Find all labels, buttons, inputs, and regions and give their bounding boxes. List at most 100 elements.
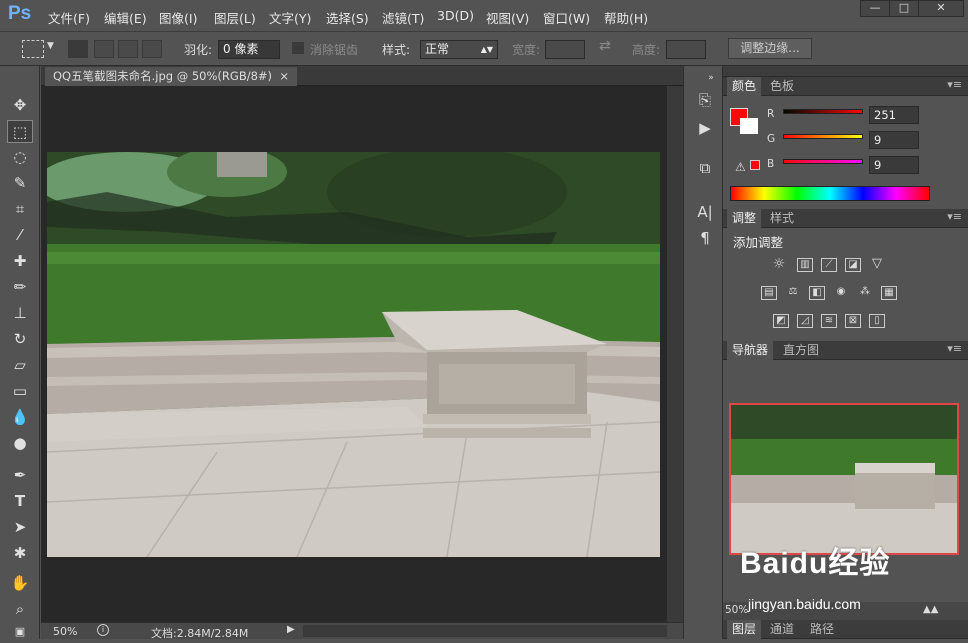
tab-close-icon[interactable]: × xyxy=(279,69,289,83)
levels-icon[interactable]: ▥ xyxy=(797,258,813,272)
menu-image[interactable]: 图像(I) xyxy=(159,8,197,27)
menu-layer[interactable]: 图层(L) xyxy=(214,8,256,27)
curves-icon[interactable]: ⟋ xyxy=(821,258,837,272)
g-slider[interactable] xyxy=(783,134,863,139)
minimize-button[interactable]: — xyxy=(860,0,890,17)
menu-type[interactable]: 文字(Y) xyxy=(269,8,311,27)
vibrance-icon[interactable]: ▽ xyxy=(869,257,885,272)
style-select[interactable]: 正常 ▲▼ xyxy=(420,40,498,59)
selective-color-icon[interactable]: ⊠ xyxy=(845,314,861,328)
tab-swatches[interactable]: 色板 xyxy=(765,77,799,96)
pen-tool-icon[interactable]: ✒ xyxy=(7,464,33,487)
character-icon[interactable]: A| xyxy=(694,202,716,222)
panel-menu-icon[interactable]: ▾≡ xyxy=(947,78,962,91)
color-balance-icon[interactable]: ⚖ xyxy=(785,286,801,300)
quick-select-icon[interactable]: ✎ xyxy=(7,172,33,195)
document-tab[interactable]: QQ五笔截图未命名.jpg @ 50%(RGB/8#) × xyxy=(45,67,297,86)
shape-tool-icon[interactable]: ✱ xyxy=(7,542,33,565)
canvas-photo[interactable] xyxy=(47,152,660,557)
exposure-icon[interactable]: ◪ xyxy=(845,258,861,272)
photo-filter-icon[interactable]: ◉ xyxy=(833,286,849,300)
lasso-tool-icon[interactable]: ◌ xyxy=(7,146,33,169)
gradient-map-icon[interactable]: ▯ xyxy=(869,314,885,328)
panel-menu-icon[interactable]: ▾≡ xyxy=(947,342,962,355)
color-lookup-icon[interactable]: ▦ xyxy=(881,286,897,300)
zoom-level[interactable]: 50% xyxy=(53,625,77,638)
height-input[interactable] xyxy=(666,40,706,59)
r-value[interactable]: 251 xyxy=(869,106,919,124)
blur-tool-icon[interactable]: 💧 xyxy=(7,406,33,429)
tab-histogram[interactable]: 直方图 xyxy=(778,341,824,360)
horizontal-scrollbar[interactable] xyxy=(303,625,667,637)
tab-color[interactable]: 颜色 xyxy=(727,77,762,96)
tab-styles[interactable]: 样式 xyxy=(765,209,799,228)
menu-file[interactable]: 文件(F) xyxy=(48,8,90,27)
tab-adjustments[interactable]: 调整 xyxy=(727,209,762,228)
color-swatch-icon[interactable]: ▣ xyxy=(7,620,33,643)
menu-3d[interactable]: 3D(D) xyxy=(437,8,474,23)
3d-icon[interactable]: ⧉ xyxy=(694,158,716,178)
width-input[interactable] xyxy=(545,40,585,59)
menu-help[interactable]: 帮助(H) xyxy=(604,8,648,27)
zoom-tool-icon[interactable]: ⌕ xyxy=(7,598,33,621)
refine-edge-button[interactable]: 调整边缘... xyxy=(728,38,812,59)
menu-edit[interactable]: 编辑(E) xyxy=(104,8,147,27)
menu-select[interactable]: 选择(S) xyxy=(326,8,369,27)
add-selection-icon[interactable] xyxy=(94,40,114,58)
hand-tool-icon[interactable]: ✋ xyxy=(7,572,33,595)
actions-play-icon[interactable]: ▶ xyxy=(694,118,716,138)
color-spectrum[interactable] xyxy=(730,186,930,201)
status-menu-icon[interactable]: ▶ xyxy=(287,624,295,635)
swap-icon[interactable]: ⇄ xyxy=(599,38,611,54)
threshold-icon[interactable]: ≋ xyxy=(821,314,837,328)
menu-filter[interactable]: 滤镜(T) xyxy=(382,8,424,27)
new-selection-icon[interactable] xyxy=(68,40,88,58)
b-slider[interactable] xyxy=(783,159,863,164)
paragraph-icon[interactable]: ¶ xyxy=(694,228,716,248)
marquee-tool-icon[interactable]: ⬚ xyxy=(7,120,33,143)
b-value[interactable]: 9 xyxy=(869,156,919,174)
r-slider[interactable] xyxy=(783,109,863,114)
tab-navigator[interactable]: 导航器 xyxy=(727,341,774,360)
path-select-icon[interactable]: ➤ xyxy=(7,516,33,539)
restore-button[interactable]: □ xyxy=(889,0,919,17)
close-button[interactable]: ✕ xyxy=(918,0,964,17)
panel-menu-icon[interactable]: ▾≡ xyxy=(947,210,962,223)
tab-layers[interactable]: 图层 xyxy=(727,620,762,639)
menu-window[interactable]: 窗口(W) xyxy=(543,8,590,27)
menu-view[interactable]: 视图(V) xyxy=(486,8,529,27)
brightness-icon[interactable]: ☼ xyxy=(771,257,787,272)
hue-sat-icon[interactable]: ▤ xyxy=(761,286,777,300)
dodge-tool-icon[interactable]: ● xyxy=(7,432,33,455)
move-tool-icon[interactable]: ✥ xyxy=(7,94,33,117)
posterize-icon[interactable]: ◿ xyxy=(797,314,813,328)
history-icon[interactable]: ⎘ xyxy=(694,90,716,110)
gradient-tool-icon[interactable]: ▭ xyxy=(7,380,33,403)
collapse-icon[interactable]: » xyxy=(700,68,722,88)
antialias-checkbox[interactable] xyxy=(292,42,304,54)
healing-brush-icon[interactable]: ✚ xyxy=(7,250,33,273)
background-swatch[interactable] xyxy=(740,118,758,134)
intersect-selection-icon[interactable] xyxy=(142,40,162,58)
invert-icon[interactable]: ◩ xyxy=(773,314,789,328)
bw-icon[interactable]: ◧ xyxy=(809,286,825,300)
zoom-in-icon[interactable]: ▲▲ xyxy=(923,604,938,615)
tab-channels[interactable]: 通道 xyxy=(765,620,799,639)
tab-paths[interactable]: 路径 xyxy=(805,620,839,639)
chevron-down-icon[interactable]: ▼ xyxy=(47,41,54,51)
type-tool-icon[interactable]: T xyxy=(7,490,33,513)
vertical-scrollbar[interactable] xyxy=(667,86,683,622)
eraser-tool-icon[interactable]: ▱ xyxy=(7,354,33,377)
g-value[interactable]: 9 xyxy=(869,131,919,149)
crop-tool-icon[interactable]: ⌗ xyxy=(7,198,33,221)
feather-input[interactable]: 0 像素 xyxy=(218,40,280,59)
rect-marquee-preset-icon[interactable] xyxy=(22,40,44,58)
navigator-preview[interactable] xyxy=(729,403,959,555)
gamut-swatch[interactable] xyxy=(750,160,760,170)
subtract-selection-icon[interactable] xyxy=(118,40,138,58)
channel-mixer-icon[interactable]: ⁂ xyxy=(857,286,873,300)
brush-tool-icon[interactable]: ✏ xyxy=(7,276,33,299)
stamp-tool-icon[interactable]: ⊥ xyxy=(7,302,33,325)
navigator-zoom[interactable]: 50% xyxy=(725,604,748,616)
history-brush-icon[interactable]: ↻ xyxy=(7,328,33,351)
